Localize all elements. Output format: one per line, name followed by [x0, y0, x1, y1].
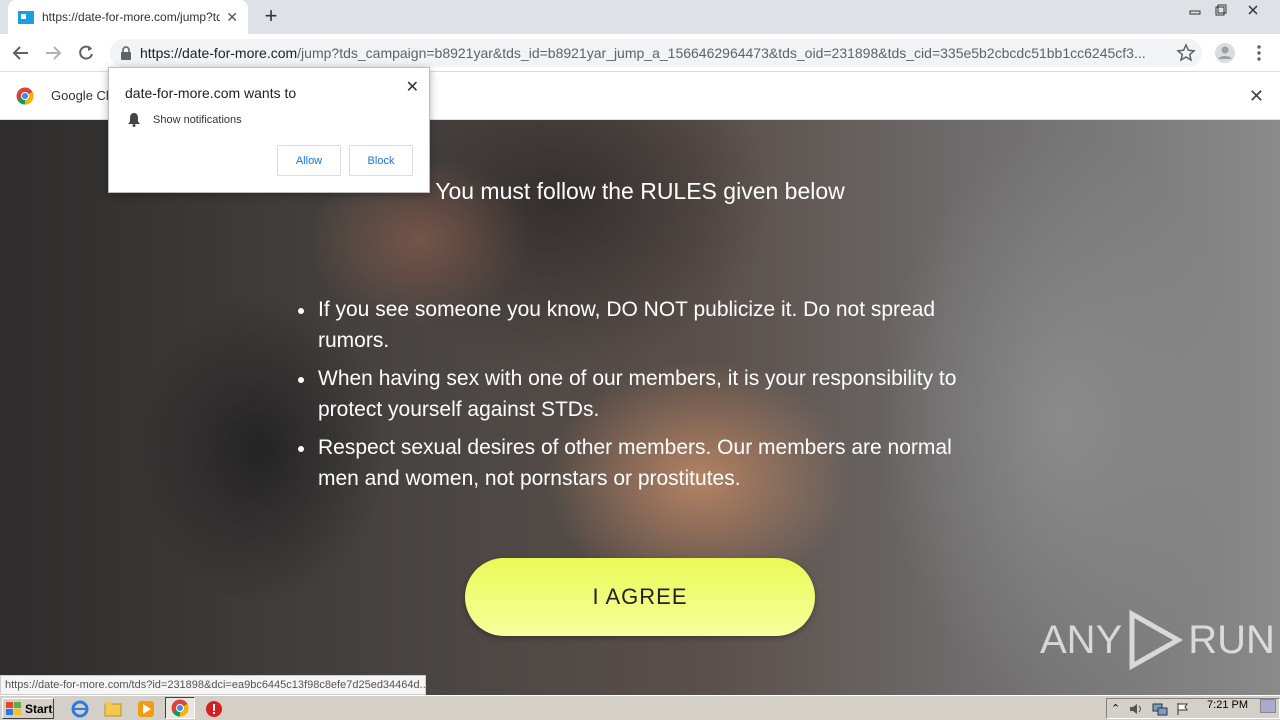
play-logo-icon	[1129, 610, 1184, 670]
start-label: Start	[25, 701, 53, 716]
rules-list: If you see someone you know, DO NOT publ…	[298, 294, 998, 501]
network-icon[interactable]	[1152, 702, 1168, 716]
restore-button[interactable]	[1208, 0, 1234, 20]
windows-logo-icon	[6, 701, 21, 715]
show-desktop-button[interactable]	[1260, 699, 1276, 713]
media-player-icon	[138, 701, 154, 717]
permission-row: Show notifications	[127, 112, 242, 127]
url-text: https://date-for-more.com/jump?tds_campa…	[140, 45, 1202, 61]
allow-button[interactable]: Allow	[277, 145, 341, 176]
tab-strip: https://date-for-more.com/jump?tds ✕ +	[0, 0, 1280, 34]
folder-icon	[104, 702, 122, 717]
site-favicon-icon	[18, 11, 34, 24]
close-window-button[interactable]	[1240, 0, 1266, 20]
new-tab-button[interactable]: +	[258, 4, 284, 30]
reload-button[interactable]	[73, 40, 99, 66]
menu-button[interactable]	[1246, 40, 1272, 66]
explorer-taskbar-button[interactable]	[103, 699, 123, 719]
popup-title: date-for-more.com wants to	[125, 85, 297, 101]
url-host: https://date-for-more.com	[140, 45, 298, 61]
minimize-button[interactable]	[1182, 0, 1208, 20]
rule-item: Respect sexual desires of other members.…	[298, 432, 998, 494]
page-content: You must follow the RULES given below If…	[0, 120, 1280, 695]
chrome-taskbar-button[interactable]	[165, 697, 195, 719]
screen: https://date-for-more.com/jump?tds ✕ + h…	[0, 0, 1280, 720]
browser-tab[interactable]: https://date-for-more.com/jump?tds ✕	[8, 0, 248, 34]
tab-close-icon[interactable]: ✕	[226, 9, 238, 26]
info-bar-text: Google Ch	[51, 88, 114, 103]
watermark-left-text: ANY	[1040, 617, 1123, 662]
media-player-taskbar-button[interactable]	[136, 699, 156, 719]
lock-icon	[121, 46, 131, 60]
status-bar-url: https://date-for-more.com/tds?id=231898&…	[0, 675, 426, 695]
rule-item: When having sex with one of our members,…	[298, 363, 998, 425]
bell-icon	[128, 113, 140, 127]
forward-arrow-icon	[46, 46, 62, 60]
address-bar[interactable]: https://date-for-more.com/jump?tds_campa…	[110, 39, 1202, 67]
tray-expand-icon[interactable]: ⌃	[1111, 702, 1120, 715]
taskbar: Start ⌃ 7:21 PM	[0, 695, 1280, 720]
taskbar-clock: 7:21 PM	[1207, 699, 1248, 711]
stop-icon	[206, 701, 222, 717]
url-path: /jump?tds_campaign=b8921yar&tds_id=b8921…	[297, 45, 1146, 61]
forward-button[interactable]	[40, 40, 66, 66]
ie-taskbar-button[interactable]	[70, 699, 90, 719]
agree-button[interactable]: I AGREE	[465, 558, 815, 636]
start-button[interactable]: Start	[2, 698, 54, 719]
profile-avatar-icon	[1215, 43, 1235, 63]
tab-title: https://date-for-more.com/jump?tds	[42, 10, 221, 24]
back-button[interactable]	[8, 40, 34, 66]
system-tray: ⌃	[1106, 698, 1280, 719]
reload-icon	[79, 45, 93, 60]
chrome-logo-icon	[16, 87, 34, 105]
chrome-icon	[171, 699, 189, 717]
minimize-icon	[1189, 10, 1201, 15]
bookmark-star-icon[interactable]	[1176, 43, 1196, 63]
flag-icon[interactable]	[1176, 702, 1190, 716]
back-arrow-icon	[12, 46, 28, 60]
restore-icon	[1215, 4, 1227, 16]
watermark-right-text: RUN	[1188, 617, 1275, 662]
permission-text: Show notifications	[153, 113, 242, 126]
internet-explorer-icon	[71, 700, 89, 718]
popup-close-icon[interactable]: ✕	[406, 77, 419, 97]
info-bar-close-icon[interactable]: ✕	[1249, 86, 1264, 107]
notification-permission-popup: date-for-more.com wants to ✕ Show notifi…	[108, 67, 430, 193]
block-button[interactable]: Block	[349, 145, 413, 176]
antivirus-taskbar-button[interactable]	[204, 699, 224, 719]
profile-button[interactable]	[1212, 40, 1238, 66]
anyrun-watermark: ANY RUN	[1040, 610, 1275, 670]
close-window-icon	[1248, 5, 1258, 15]
rule-item: If you see someone you know, DO NOT publ…	[298, 294, 998, 356]
kebab-menu-icon	[1257, 45, 1261, 61]
speaker-icon[interactable]	[1128, 702, 1144, 716]
